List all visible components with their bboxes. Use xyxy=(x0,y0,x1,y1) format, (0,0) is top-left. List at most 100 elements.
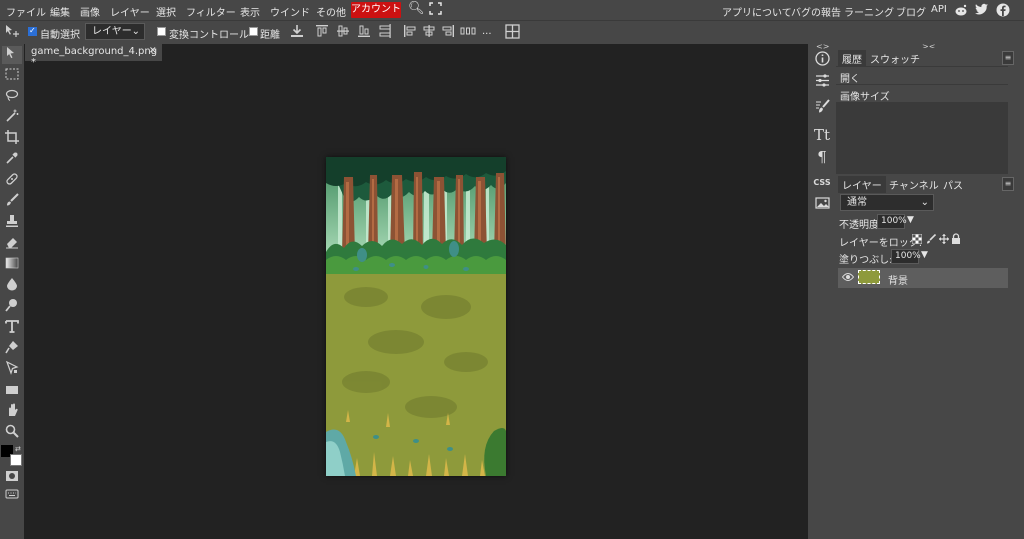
eraser-tool-icon[interactable] xyxy=(2,235,22,253)
distribute-horizontal-icon[interactable] xyxy=(460,24,476,40)
api-link[interactable]: API xyxy=(931,4,947,15)
align-top-icon[interactable] xyxy=(315,24,329,40)
more-options[interactable]: ... xyxy=(482,26,492,37)
background-color-swatch[interactable] xyxy=(10,454,22,466)
tab-paths[interactable]: パス xyxy=(943,177,963,192)
marquee-tool-icon[interactable] xyxy=(2,67,22,85)
keyboard-icon[interactable] xyxy=(2,486,22,504)
fill-dropdown-icon[interactable]: ▼ xyxy=(921,250,928,260)
menu-edit[interactable]: 編集 xyxy=(50,4,70,19)
opacity-dropdown-icon[interactable]: ▼ xyxy=(907,215,914,225)
menu-bar: ファイル 編集 画像 レイヤー 選択 フィルター 表示 ウインド その他 アカウ… xyxy=(0,0,1024,20)
stamp-tool-icon[interactable] xyxy=(2,214,22,232)
tab-channels[interactable]: チャンネル xyxy=(889,177,939,192)
info-icon[interactable] xyxy=(811,51,833,71)
distance-label: 距離 xyxy=(260,30,280,41)
auto-select-checkbox[interactable] xyxy=(28,26,37,36)
quick-mask-icon[interactable] xyxy=(2,469,22,487)
history-item[interactable]: 開く xyxy=(836,67,1008,85)
zoom-tool-icon[interactable] xyxy=(2,424,22,442)
opacity-label: 不透明度: xyxy=(839,220,883,231)
blog-link[interactable]: ブログ xyxy=(896,4,926,19)
layer-thumbnail xyxy=(858,270,880,284)
tab-swatches[interactable]: スウォッチ xyxy=(870,51,920,66)
hand-tool-icon[interactable] xyxy=(2,403,22,421)
menu-image[interactable]: 画像 xyxy=(80,4,100,19)
align-left-icon[interactable] xyxy=(403,24,417,40)
align-bottom-icon[interactable] xyxy=(357,24,371,40)
gradient-tool-icon[interactable] xyxy=(2,256,22,274)
layer-name: 背景 xyxy=(888,276,908,287)
canvas-image[interactable] xyxy=(326,157,506,476)
menu-window[interactable]: ウインド xyxy=(270,4,310,19)
history-item[interactable]: 画像サイズ xyxy=(836,85,1008,103)
download-icon[interactable] xyxy=(290,24,304,40)
auto-select-label: 自動選択 xyxy=(40,30,80,41)
brush-tool-icon[interactable] xyxy=(2,193,22,211)
menu-layer[interactable]: レイヤー xyxy=(110,4,150,19)
distance-checkbox[interactable] xyxy=(249,27,258,36)
blend-mode-dropdown[interactable]: 通常 ⌄ xyxy=(840,194,934,211)
distribute-vertical-icon[interactable] xyxy=(378,24,392,40)
learning-link[interactable]: ラーニング xyxy=(844,4,894,19)
eye-visibility-icon[interactable] xyxy=(841,272,855,285)
fullscreen-icon[interactable] xyxy=(429,2,442,18)
menu-select[interactable]: 選択 xyxy=(156,4,176,19)
menu-filter[interactable]: フィルター xyxy=(186,4,236,19)
align-vcenter-icon[interactable] xyxy=(336,24,350,40)
layers-menu-icon[interactable]: ≡ xyxy=(1002,177,1014,191)
lock-label: レイヤーをロック: xyxy=(839,238,923,249)
lock-transparency-icon[interactable] xyxy=(912,234,922,247)
align-right-icon[interactable] xyxy=(441,24,455,40)
shape-tool-icon[interactable] xyxy=(2,382,22,400)
crop-tool-icon[interactable] xyxy=(2,130,22,148)
layer-select-dropdown[interactable]: レイヤー ⌄ xyxy=(85,23,145,40)
grid-icon[interactable] xyxy=(505,24,520,40)
lock-pixels-brush-icon[interactable] xyxy=(926,233,937,247)
search-icon[interactable]: 🔍︎ xyxy=(408,1,425,16)
history-menu-icon[interactable]: ≡ xyxy=(1002,51,1014,65)
text-tool-icon[interactable] xyxy=(2,319,22,337)
dodge-tool-icon[interactable] xyxy=(2,298,22,316)
healing-brush-tool-icon[interactable] xyxy=(2,172,22,190)
facebook-icon[interactable] xyxy=(996,3,1010,20)
forest-background-illustration xyxy=(326,157,506,476)
paragraph-icon[interactable]: ¶ xyxy=(811,147,833,167)
reddit-icon[interactable] xyxy=(954,3,968,20)
transform-controls-label: 変換コントロール xyxy=(169,30,249,41)
css-button[interactable]: CSS xyxy=(811,173,833,193)
lock-all-icon[interactable] xyxy=(951,233,961,247)
eyedropper-tool-icon[interactable] xyxy=(2,151,22,169)
document-tab[interactable]: game_background_4.png * ✕ xyxy=(25,43,162,68)
account-button[interactable]: アカウント xyxy=(351,2,401,18)
menu-file[interactable]: ファイル xyxy=(6,4,46,19)
layer-row-background[interactable]: 背景 xyxy=(838,268,1008,288)
lasso-tool-icon[interactable] xyxy=(2,88,22,106)
transform-controls-checkbox[interactable] xyxy=(157,27,166,36)
lock-position-move-icon[interactable] xyxy=(939,234,949,247)
properties-icon[interactable] xyxy=(811,73,833,93)
align-hcenter-icon[interactable] xyxy=(422,24,436,40)
menu-more[interactable]: その他 xyxy=(316,4,346,19)
move-tool-icon[interactable] xyxy=(2,46,22,64)
move-tool-indicator-icon xyxy=(4,24,19,40)
fill-input[interactable]: 100% xyxy=(891,249,921,264)
collapse-strip-toggle[interactable]: <> xyxy=(816,42,829,51)
bug-report-link[interactable]: バグの報告 xyxy=(791,4,841,19)
menu-view[interactable]: 表示 xyxy=(240,4,260,19)
opacity-input[interactable]: 100% xyxy=(877,214,907,229)
swap-colors-icon[interactable]: ⇄ xyxy=(15,446,21,453)
image-icon[interactable] xyxy=(811,195,833,215)
magic-wand-tool-icon[interactable] xyxy=(2,109,22,127)
about-link[interactable]: アプリについて xyxy=(722,4,792,19)
path-select-tool-icon[interactable] xyxy=(2,360,22,379)
tab-history[interactable]: 履歴 xyxy=(838,50,866,67)
opacity-value: 100% xyxy=(881,216,907,226)
pen-tool-icon[interactable] xyxy=(2,340,22,358)
close-tab-icon[interactable]: ✕ xyxy=(149,46,157,56)
brush-settings-icon[interactable] xyxy=(811,99,833,119)
character-icon[interactable]: Tt xyxy=(811,125,833,145)
tab-layers[interactable]: レイヤー xyxy=(838,176,886,193)
twitter-icon[interactable] xyxy=(975,3,989,19)
blur-tool-icon[interactable] xyxy=(2,277,22,295)
